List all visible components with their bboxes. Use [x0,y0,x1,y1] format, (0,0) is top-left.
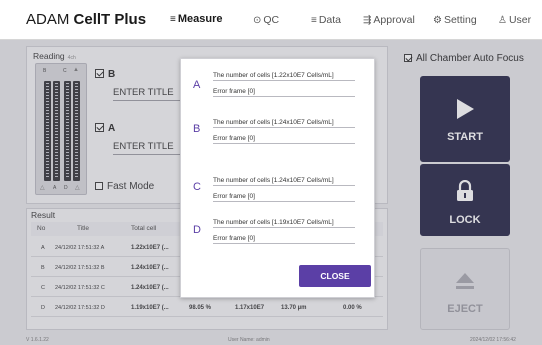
error-frame-d: Error frame [0] [213,235,355,244]
chamber-label-c: C [193,181,201,193]
error-frame-c: Error frame [0] [213,193,355,202]
error-frame-b: Error frame [0] [213,135,355,144]
cell-count-c: The number of cells [1.24x10E7 Cells/mL] [213,177,355,186]
nav-approval[interactable]: ⇶ Approval [363,14,415,26]
chamber-label-d: D [193,224,201,236]
cell-count-dialog: A The number of cells [1.22x10E7 Cells/m… [180,58,375,298]
cell-count-b: The number of cells [1.24x10E7 Cells/mL] [213,119,355,128]
list-icon: ≡ [170,14,176,25]
nav-measure[interactable]: ≡ Measure [170,13,222,25]
shield-icon: ⊙ [253,15,262,26]
error-frame-a: Error frame [0] [213,88,355,97]
list-icon: ≡ [311,15,317,26]
gear-icon: ⚙ [433,15,442,26]
user-icon: ♙ [498,15,507,26]
approval-icon: ⇶ [363,15,372,26]
nav-user[interactable]: ♙ User [498,14,531,26]
chamber-label-a: A [193,79,201,91]
chamber-label-b: B [193,123,201,135]
close-button[interactable]: CLOSE [299,265,371,287]
cell-count-a: The number of cells [1.22x10E7 Cells/mL] [213,72,355,81]
nav-qc[interactable]: ⊙ QC [253,14,279,26]
app-logo: ADAM CellT Plus [26,11,147,28]
top-nav-bar: ADAM CellT Plus ≡ Measure ⊙ QC ≡ Data ⇶ Appr… [0,0,542,40]
nav-setting[interactable]: ⚙ Setting [433,14,477,26]
nav-data[interactable]: ≡ Data [311,14,341,26]
cell-count-d: The number of cells [1.19x10E7 Cells/mL] [213,219,355,228]
